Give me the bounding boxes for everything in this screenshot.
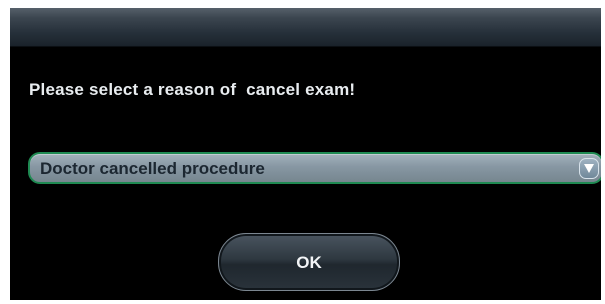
selected-reason: Doctor cancelled procedure bbox=[40, 159, 265, 178]
dialog-titlebar[interactable] bbox=[10, 8, 601, 47]
cancel-exam-dialog: Please select a reason of cancel exam! D… bbox=[10, 8, 601, 300]
ok-button[interactable]: OK bbox=[218, 233, 400, 291]
dropdown-arrow-button[interactable] bbox=[579, 158, 599, 179]
chevron-down-icon bbox=[584, 164, 594, 173]
cancel-reason-select[interactable]: Doctor cancelled procedure bbox=[28, 152, 601, 184]
ok-button-label: OK bbox=[296, 253, 322, 272]
cancel-reason-prompt: Please select a reason of cancel exam! bbox=[29, 80, 356, 99]
